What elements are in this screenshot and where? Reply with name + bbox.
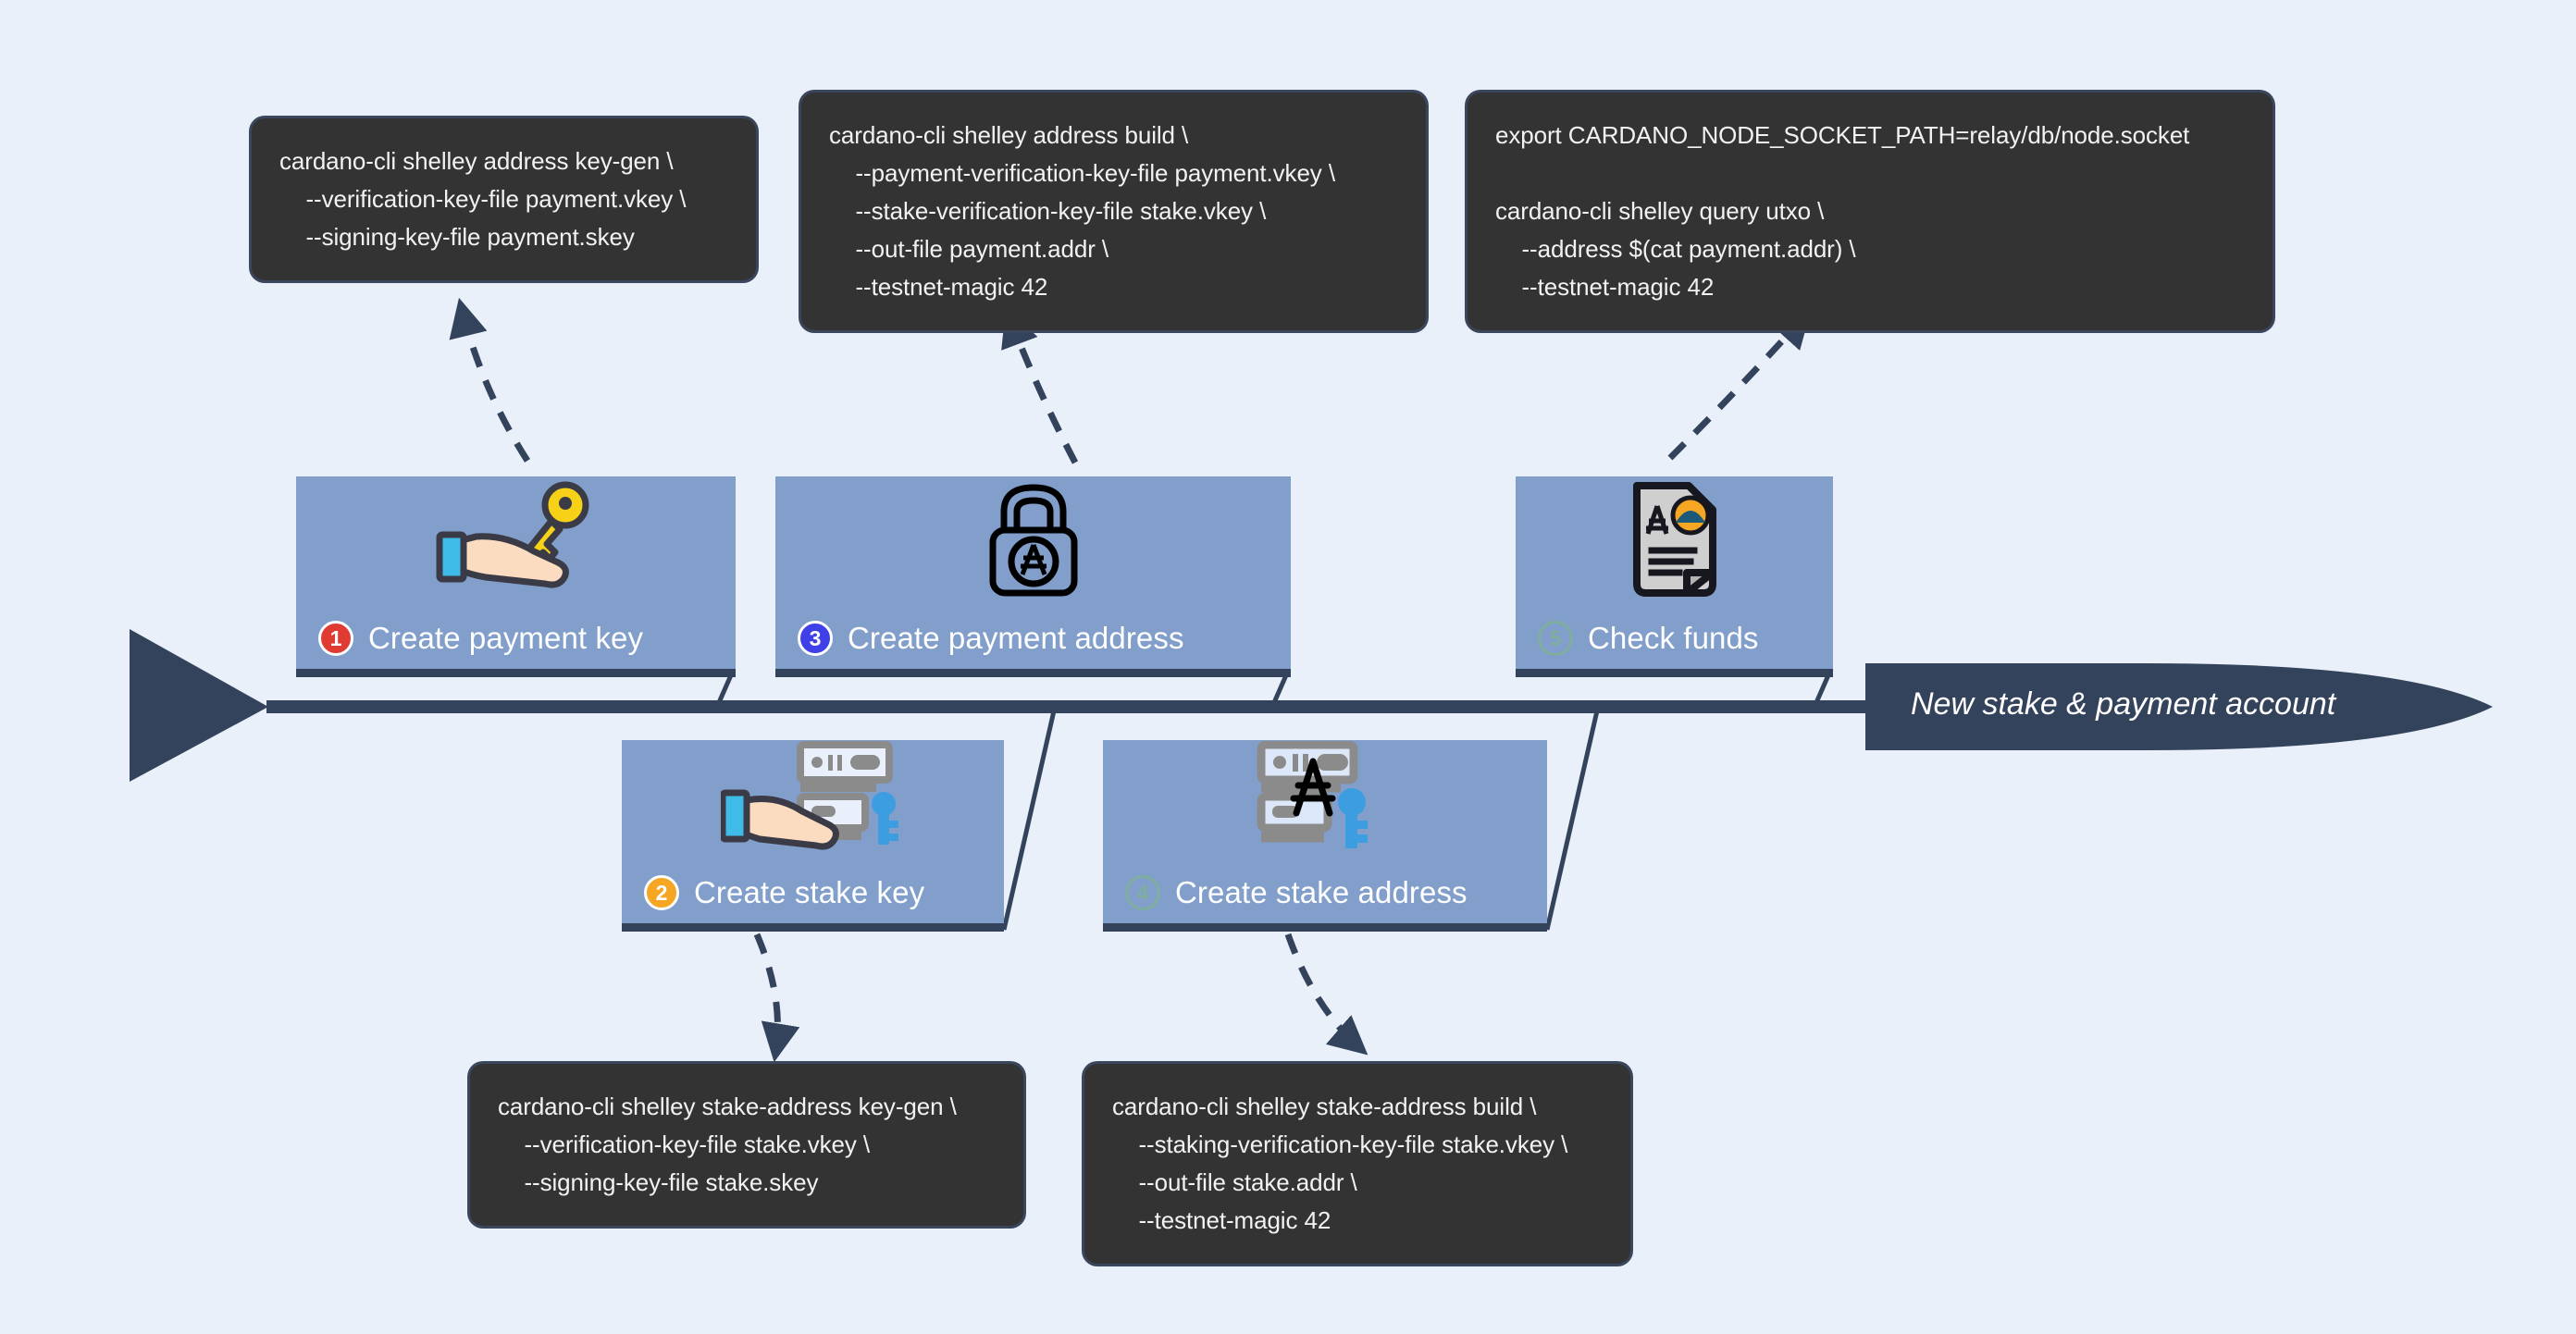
step-card-create-stake-key[interactable]: 2 Create stake key [622,740,1004,932]
hand-holding-server-key-icon [622,741,1004,853]
arrow-head-label: New stake & payment account [1911,686,2336,722]
code-box-payment-key-gen: cardano-cli shelley address key-gen \ --… [252,118,756,281]
connector-step-4 [1544,706,1601,931]
step-badge-5: 5 [1538,621,1573,656]
step-label-2: Create stake key [694,875,925,909]
step-label-5: Check funds [1588,621,1759,655]
fishbone-diagram: New stake & payment account cardano-cli … [0,0,2576,1334]
document-ada-icon [1516,482,1833,597]
code-box-payment-address-build: cardano-cli shelley address build \ --pa… [801,93,1426,331]
callout-arrow-step-4 [1284,933,1368,1056]
step-label-3: Create payment address [848,621,1184,655]
step-label-1: Create payment key [368,621,644,655]
step-caption: 2 Create stake key [622,875,1004,923]
padlock-ada-icon [775,484,1291,597]
step-badge-1: 1 [318,621,353,656]
step-card-create-payment-key[interactable]: 1 Create payment key [296,476,736,677]
step-label-4: Create stake address [1175,875,1468,909]
callout-arrow-step-5 [1667,308,1812,461]
callout-arrow-step-2 [753,933,800,1063]
step-caption: 5 Check funds [1516,621,1833,669]
step-card-create-payment-address[interactable]: 3 Create payment address [775,476,1291,677]
connector-step-2 [1001,706,1058,931]
arrow-tail-triangle [130,629,268,782]
code-box-query-utxo: export CARDANO_NODE_SOCKET_PATH=relay/db… [1468,93,2273,331]
code-box-stake-address-build: cardano-cli shelley stake-address build … [1084,1064,1630,1265]
step-caption: 3 Create payment address [775,621,1291,669]
hand-holding-key-icon [296,481,736,595]
step-card-check-funds[interactable]: 5 Check funds [1516,476,1833,677]
code-box-stake-key-gen: cardano-cli shelley stake-address key-ge… [470,1064,1023,1227]
step-badge-4: 4 [1125,875,1160,910]
step-caption: 4 Create stake address [1103,875,1547,923]
callout-arrow-step-3 [1001,307,1079,464]
server-key-ada-icon [1103,741,1547,853]
step-caption: 1 Create payment key [296,621,736,669]
callout-arrow-step-1 [449,297,530,463]
step-badge-2: 2 [644,875,679,910]
step-card-create-stake-address[interactable]: 4 Create stake address [1103,740,1547,932]
step-badge-3: 3 [798,621,833,656]
spine-line [266,700,1876,713]
